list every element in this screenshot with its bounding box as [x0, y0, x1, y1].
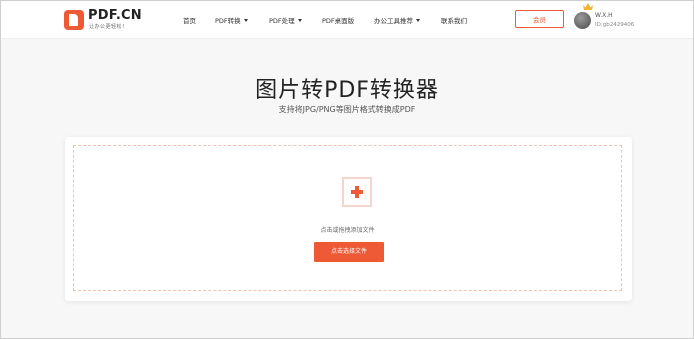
page-title: 图片转PDF转换器: [255, 78, 439, 103]
browser-frame: PDF.CN 让办公更轻松！ 首页 PDF转换 PDF处理 PDF桌面版 办公工…: [0, 0, 694, 339]
nav-item-home[interactable]: 首页: [183, 15, 196, 25]
nav-item-label: PDF处理: [269, 17, 295, 25]
nav-item-pdf-convert[interactable]: PDF转换: [215, 15, 248, 25]
nav-item-label: 办公工具推荐: [374, 17, 413, 25]
nav-item-pdf-desktop[interactable]: PDF桌面版: [322, 15, 354, 25]
avatar[interactable]: [574, 12, 591, 29]
crown-icon: [583, 3, 593, 10]
top-header: PDF.CN 让办公更轻松！ 首页 PDF转换 PDF处理 PDF桌面版 办公工…: [1, 1, 693, 39]
nav-item-contact[interactable]: 联系我们: [441, 15, 467, 25]
page-subtitle: 支持将JPG/PNG等图片格式转换成PDF: [278, 105, 416, 114]
chevron-down-icon: [416, 19, 420, 22]
file-dropzone[interactable]: 点击或拖拽添加文件 点击选择文件: [73, 145, 622, 291]
upload-card: 点击或拖拽添加文件 点击选择文件: [65, 137, 632, 301]
brand-tagline: 让办公更轻松！: [89, 24, 128, 30]
user-name: W.X.H: [595, 12, 613, 19]
select-file-button[interactable]: 点击选择文件: [314, 242, 384, 262]
nav-item-label: PDF转换: [215, 17, 241, 25]
pdf-logo-icon: [64, 10, 84, 30]
nav-item-label: 联系我们: [441, 17, 467, 25]
add-file-plus-icon[interactable]: [342, 177, 372, 207]
brand-logo[interactable]: PDF.CN 让办公更轻松！: [64, 8, 144, 31]
chevron-down-icon: [297, 19, 302, 22]
chevron-down-icon: [243, 19, 248, 22]
brand-name: PDF.CN: [88, 8, 142, 23]
upload-hint: 点击或拖拽添加文件: [320, 227, 375, 234]
nav-item-pdf-process[interactable]: PDF处理: [269, 15, 302, 25]
user-id: ID:gb2429406: [595, 22, 635, 28]
vip-button[interactable]: 会员: [515, 10, 564, 28]
nav-item-label: 首页: [183, 17, 196, 25]
nav-item-office-tools[interactable]: 办公工具推荐: [374, 15, 420, 25]
nav-item-label: PDF桌面版: [322, 17, 355, 25]
